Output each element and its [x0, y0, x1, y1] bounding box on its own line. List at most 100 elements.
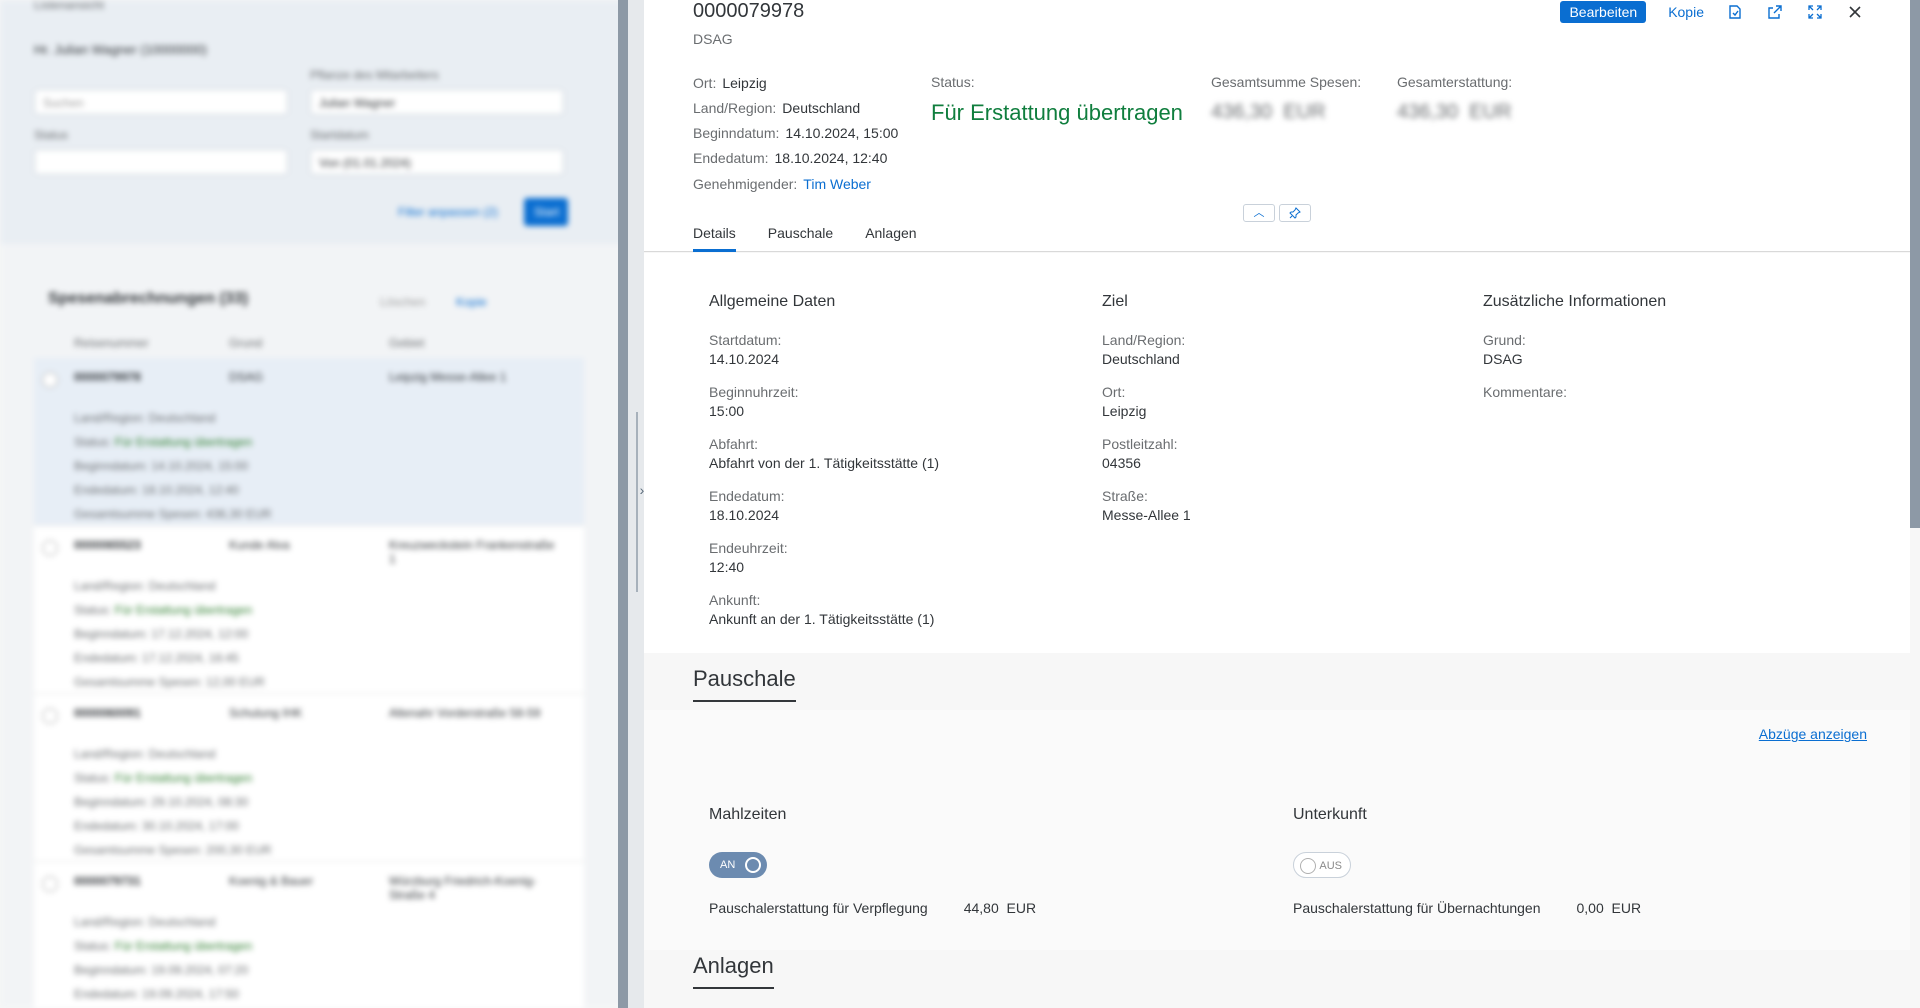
additional-info-column: Zusätzliche Informationen Grund: DSAG Kom… [1483, 293, 1863, 415]
field-strasse: Straße: Messe-Allee 1 [1102, 488, 1191, 523]
tab-anlagen[interactable]: Anlagen [865, 222, 916, 252]
row-id: 0000079978 [74, 370, 141, 384]
show-deductions-link[interactable]: Abzüge anzeigen [1759, 726, 1867, 742]
row-meta: Land/Region: Deutschland Status: Für Ers… [74, 411, 272, 521]
stay-row: Pauschalerstattung für Übernachtungen 0,… [1293, 900, 1641, 916]
field-ort: Ort: Leipzig [1102, 384, 1147, 419]
row-id: 0000060091 [74, 706, 141, 720]
toggle-knob [745, 857, 761, 873]
row-radio[interactable] [42, 876, 58, 892]
field-abfahrt: Abfahrt: Abfahrt von der 1. Tätigkeitsstä… [709, 436, 940, 471]
field-land: Land/Region: Deutschland [1102, 332, 1186, 367]
row-id: 0000065523 [74, 538, 141, 552]
approver-link[interactable]: Tim Weber [803, 176, 871, 192]
general-data-title: Allgemeine Daten [709, 293, 836, 310]
field-plz: Postleitzahl: 04356 [1102, 436, 1178, 471]
attr-land: Land/Region: Deutschland [693, 100, 861, 116]
master-tag: Listenansicht [34, 0, 105, 12]
withdraw-icon[interactable] [1726, 3, 1744, 21]
collapse-header-icon[interactable]: ︿ [1243, 204, 1275, 222]
search-input[interactable]: Suchen [34, 89, 288, 115]
stay-title: Unterkunft [1293, 806, 1367, 823]
refund-value: 436,30 EUR [1397, 101, 1512, 123]
pin-icon[interactable] [1279, 204, 1311, 222]
edit-button[interactable]: Bearbeiten [1560, 1, 1647, 23]
fullscreen-icon[interactable] [1806, 3, 1824, 21]
stay-label: Pauschalerstattung für Übernachtungen [1293, 900, 1541, 916]
go-button[interactable]: Start [524, 198, 568, 226]
row-grund: Koenig & Bauer [229, 874, 314, 888]
row-gebiet: Kreuzweckstein Frankenstraße 1 [389, 538, 555, 566]
table-row[interactable]: 0000060091 Schulung IHK Altenahr Vorders… [34, 694, 584, 862]
detail-scrollbar[interactable] [1910, 0, 1920, 528]
destination-title: Ziel [1102, 293, 1128, 310]
stay-toggle-text: AUS [1319, 860, 1342, 872]
table-row[interactable]: 0000065523 Kunde Alva Kreuzweckstein Fra… [34, 526, 584, 694]
header-collapse-controls: ︿ [1243, 204, 1311, 222]
page-subtitle: DSAG [693, 31, 733, 47]
stay-group: Unterkunft AUS Pauschalerstattung für Üb… [1293, 806, 1641, 916]
adapt-filters-button[interactable]: Filter anpassen (2) [388, 198, 508, 226]
filter-bar: Listenansicht Hr. Julian Wagner (1000000… [0, 0, 628, 244]
field-beginnuhrzeit: Beginnuhrzeit: 15:00 [709, 384, 799, 419]
sum-label: Gesamtsumme Spesen: [1211, 74, 1362, 90]
object-header: 0000079978 DSAG Ort: Leipzig Land/Region:… [644, 0, 1910, 252]
table-row[interactable]: 0000079731 Koenig & Bauer Würzburg Fried… [34, 862, 584, 1008]
field-kommentare: Kommentare: [1483, 384, 1568, 400]
additional-info-title: Zusätzliche Informationen [1483, 293, 1667, 310]
table-row[interactable]: 0000079978 DSAG Leipzig Messe-Allee 1 La… [34, 358, 584, 526]
filter1-input[interactable]: Julian Wagner [310, 89, 564, 115]
row-radio[interactable] [42, 540, 58, 556]
pauschale-section: Abzüge anzeigen Mahlzeiten AN Pauschaler… [644, 710, 1910, 950]
toggle-knob [1300, 858, 1316, 874]
field-endedatum: Endedatum: 18.10.2024 [709, 488, 785, 523]
page-title: 0000079978 [693, 0, 805, 22]
copy-button[interactable]: Kopie [1668, 4, 1704, 20]
meals-toggle-text: AN [720, 859, 736, 871]
row-radio[interactable] [42, 372, 58, 388]
status-label: Status: [931, 74, 975, 90]
delete-button[interactable]: Löschen [380, 295, 425, 309]
row-grund: Kunde Alva [229, 538, 290, 552]
row-gebiet: Würzburg Friedrich-Koenig-Straße 4 [389, 874, 537, 902]
list-title: Spesenabrechnungen (33) [48, 290, 249, 307]
filter3-input[interactable]: Von (01.01.2024) [310, 149, 564, 175]
tab-details[interactable]: Details [693, 222, 736, 252]
field-ankunft: Ankunft: Ankunft an der 1. Tätigkeitsstät… [709, 592, 935, 627]
copy-list-button[interactable]: Kopie [456, 295, 487, 309]
filter2-select[interactable] [34, 149, 288, 175]
meals-row: Pauschalerstattung für Verpflegung 44,80… [709, 900, 1036, 916]
destination-column: Ziel Land/Region: Deutschland Ort: Leipzig… [1102, 293, 1482, 539]
attr-begin: Beginndatum: 14.10.2024, 15:00 [693, 125, 899, 141]
detail-panel: 0000079978 DSAG Ort: Leipzig Land/Region:… [644, 0, 1910, 1008]
col-header-grund: Grund [229, 336, 263, 350]
row-meta: Land/Region: Deutschland Status: Für Ers… [74, 915, 253, 1001]
filter2-label: Status [34, 128, 69, 142]
col-header-reisenummer: Reisenummer [74, 336, 149, 350]
attr-end: Endedatum: 18.10.2024, 12:40 [693, 150, 888, 166]
row-meta: Land/Region: Deutschland Status: Für Ers… [74, 747, 272, 857]
row-radio[interactable] [42, 708, 58, 724]
status-value: Für Erstattung übertragen [931, 100, 1183, 125]
share-icon[interactable] [1766, 3, 1784, 21]
meals-group: Mahlzeiten AN Pauschalerstattung für Ver… [709, 806, 1036, 916]
field-startdatum: Startdatum: 14.10.2024 [709, 332, 782, 367]
row-gebiet: Altenahr Vorderstraße 58-59 [389, 706, 541, 720]
row-meta: Land/Region: Deutschland Status: Für Ers… [74, 579, 265, 689]
close-icon[interactable] [1846, 3, 1864, 21]
stay-toggle[interactable]: AUS [1293, 852, 1351, 878]
pauschale-title: Pauschale [693, 666, 796, 702]
general-data-column: Allgemeine Daten Startdatum: 14.10.2024 B… [709, 293, 1089, 643]
tab-bar: Details Pauschale Anlagen [693, 222, 917, 252]
tab-pauschale[interactable]: Pauschale [768, 222, 833, 252]
anlagen-title: Anlagen [693, 953, 774, 989]
row-grund: DSAG [229, 370, 264, 384]
row-gebiet: Leipzig Messe-Allee 1 [389, 370, 507, 384]
meals-title: Mahlzeiten [709, 806, 787, 823]
details-section: Allgemeine Daten Startdatum: 14.10.2024 B… [644, 253, 1910, 653]
filter1-label: Pflanze des Mitarbeiters [310, 68, 439, 82]
meals-toggle[interactable]: AN [709, 852, 767, 878]
row-id: 0000079731 [74, 874, 141, 888]
stay-value: 0,00 EUR [1576, 900, 1642, 916]
attr-approver: Genehmigender: Tim Weber [693, 176, 871, 192]
